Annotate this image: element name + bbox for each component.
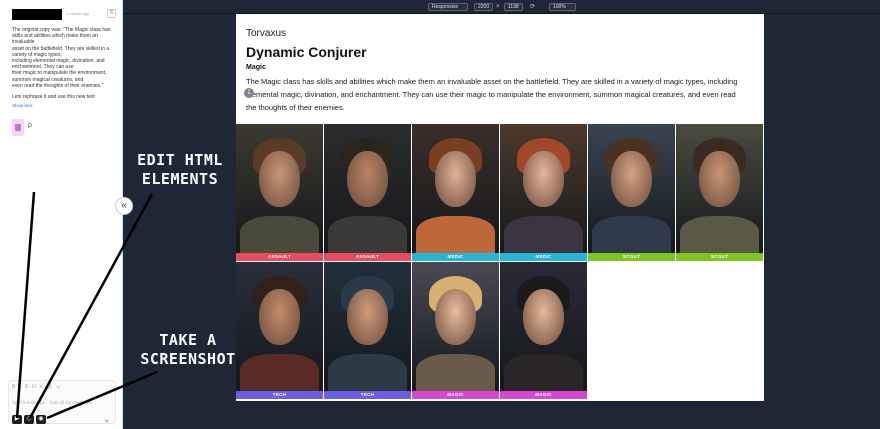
page-title: Dynamic Conjurer (246, 44, 367, 60)
class-label: SCOUT (588, 253, 675, 261)
character-card[interactable]: MAGIC (500, 262, 587, 399)
character-portrait (236, 124, 323, 253)
send-icon[interactable]: ➤ (104, 417, 110, 425)
class-label: SCOUT (676, 253, 763, 261)
portrait-body (240, 354, 319, 391)
screenshot-button[interactable]: ◉ (36, 415, 46, 424)
portrait-face (611, 151, 652, 207)
portrait-face (523, 289, 564, 345)
code-icon: ◇ (26, 416, 32, 422)
character-card[interactable]: MEDIC (500, 124, 587, 261)
character-card[interactable]: ASSAULT (324, 124, 411, 261)
format-toolbar: B I S U ≡ @ ☺ (12, 384, 61, 390)
record-video-button[interactable]: ▶ (12, 415, 22, 424)
character-portrait (236, 262, 323, 391)
class-label: TECH (324, 391, 411, 399)
attachment-label: P (28, 124, 33, 130)
italic-icon[interactable]: I (19, 384, 20, 390)
portrait-face (259, 151, 300, 207)
collapse-panel-icon[interactable]: « (115, 197, 133, 215)
rotate-icon[interactable]: ⟳ (530, 3, 535, 11)
character-name: Torvaxus (246, 28, 287, 39)
character-portrait (324, 262, 411, 391)
character-portrait (676, 124, 763, 253)
annotation-edit: EDIT HTML ELEMENTS (137, 151, 223, 188)
comment-marker[interactable]: 1 (244, 88, 254, 98)
class-label: MAGIC (500, 391, 587, 399)
class-label: ASSAULT (324, 253, 411, 261)
viewport-toolbar: Responsive 2200 × 1198 ⟳ 100% (123, 0, 880, 14)
portrait-body (328, 354, 407, 391)
character-portrait (500, 124, 587, 253)
character-card[interactable]: MAGIC (412, 262, 499, 399)
capture-tools: ▶ ◇ ◉ (12, 415, 46, 424)
chat-panel: 1 minute ago X The original copy was: "T… (0, 0, 123, 429)
message-composer[interactable]: B I S U ≡ @ ☺ Type a message... (use @ f… (8, 380, 116, 425)
followup-text: Lets rephrase it and use this new text (12, 94, 95, 100)
character-portrait (588, 124, 675, 253)
portrait-body (504, 216, 583, 253)
emoji-icon[interactable]: ☺ (56, 384, 61, 390)
class-category: Magic (246, 64, 266, 71)
list-icon[interactable]: ≡ (40, 384, 43, 390)
portrait-body (328, 216, 407, 253)
device-mode-select[interactable]: Responsive (428, 3, 468, 11)
class-label: ASSAULT (236, 253, 323, 261)
portrait-body (592, 216, 671, 253)
redacted-username (12, 9, 62, 20)
character-portrait (412, 262, 499, 391)
character-card[interactable]: TECH (236, 262, 323, 399)
class-label: MEDIC (412, 253, 499, 261)
show-less-link[interactable]: Show less (12, 103, 33, 108)
character-portrait (500, 262, 587, 391)
mention-icon[interactable]: @ (47, 384, 52, 390)
portrait-face (347, 289, 388, 345)
underline-icon[interactable]: U (32, 384, 36, 390)
composer-input[interactable]: Type a message... (use @ for mentions) (12, 400, 92, 405)
character-card[interactable]: TECH (324, 262, 411, 399)
class-description: The Magic class has skills and abilities… (246, 77, 738, 112)
attachment[interactable]: P (12, 119, 34, 136)
strike-icon[interactable]: S (25, 384, 28, 390)
message-timestamp: 1 minute ago (66, 11, 90, 16)
character-card[interactable]: SCOUT (588, 124, 675, 261)
portrait-face (259, 289, 300, 345)
class-label: MEDIC (500, 253, 587, 261)
message-header: 1 minute ago X (8, 9, 118, 21)
original-copy-text: The original copy was: "The Magic class … (12, 27, 111, 89)
bold-icon[interactable]: B (12, 384, 15, 390)
portrait-body (504, 354, 583, 391)
video-camera-icon: ▶ (14, 416, 20, 422)
portrait-body (416, 216, 495, 253)
portrait-face (435, 289, 476, 345)
annotation-record: RECORD A VIDEO CLIP (11, 151, 107, 188)
viewport-width-input[interactable]: 2200 (474, 3, 493, 11)
character-card[interactable]: SCOUT (676, 124, 763, 261)
portrait-body (680, 216, 759, 253)
character-portrait (412, 124, 499, 253)
edit-html-button[interactable]: ◇ (24, 415, 34, 424)
character-card[interactable]: MEDIC (412, 124, 499, 261)
class-label: TECH (236, 391, 323, 399)
close-icon[interactable]: X (107, 9, 116, 18)
character-portrait (324, 124, 411, 253)
attachment-icon (12, 119, 24, 136)
portrait-body (416, 354, 495, 391)
viewport-height-input[interactable]: 1198 (504, 3, 523, 11)
dimension-separator: × (496, 4, 500, 10)
zoom-select[interactable]: 100% (549, 3, 576, 11)
character-card[interactable]: ASSAULT (236, 124, 323, 261)
class-label: MAGIC (412, 391, 499, 399)
portrait-face (347, 151, 388, 207)
portrait-face (523, 151, 564, 207)
portrait-face (435, 151, 476, 207)
portrait-face (699, 151, 740, 207)
portrait-body (240, 216, 319, 253)
annotation-screenshot: TAKE A SCREENSHOT (140, 331, 236, 368)
camera-icon: ◉ (38, 416, 44, 422)
